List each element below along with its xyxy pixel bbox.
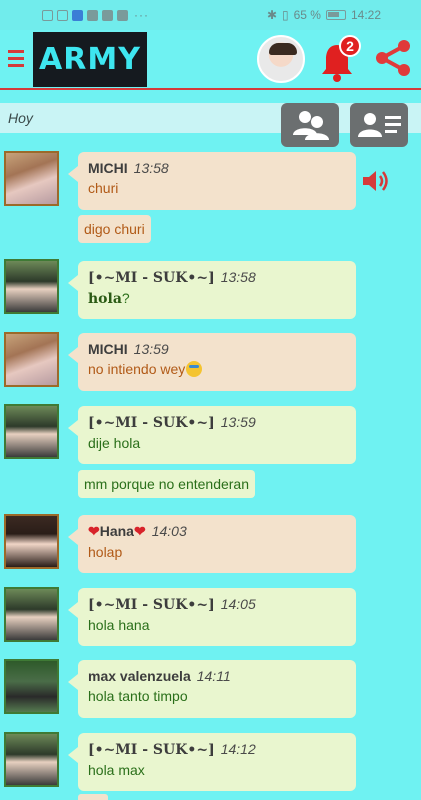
app-notification-icon xyxy=(72,9,83,21)
partial-message[interactable] xyxy=(78,794,108,800)
sim-icon xyxy=(42,9,53,21)
message-user: MICHI xyxy=(88,341,128,357)
message-time: 14:12 xyxy=(220,741,256,757)
app-logo: ARMY xyxy=(33,32,147,87)
message-icon xyxy=(87,9,98,21)
message-text-rest: ? xyxy=(121,290,130,306)
avatar[interactable] xyxy=(4,259,59,314)
message-time: 13:59 xyxy=(133,341,169,357)
status-bar: ··· ✱ ▯ 65 % 14:22 xyxy=(0,0,421,30)
message-time: 14:11 xyxy=(196,668,231,684)
message-time: 13:58 xyxy=(220,269,256,285)
app-header: ARMY 2 xyxy=(0,30,421,90)
clock: 14:22 xyxy=(350,8,381,22)
message-icon xyxy=(117,9,128,21)
menu-icon[interactable] xyxy=(8,50,24,68)
message-user: [•~MI - SUK•~] xyxy=(88,597,215,613)
message-bubble[interactable]: [•~MI - SUK•~] 14:12 hola max xyxy=(68,733,356,791)
message-bubble[interactable]: ❤Hana❤ 14:03 holap xyxy=(68,515,356,573)
bluetooth-icon: ✱ xyxy=(266,8,277,22)
message-time: 13:58 xyxy=(133,160,169,176)
message-user: ❤Hana❤ xyxy=(88,523,146,540)
message-text: churi xyxy=(88,180,119,196)
heart-icon: ❤ xyxy=(88,523,100,539)
followup-message[interactable]: digo churi xyxy=(78,215,151,243)
message-bubble[interactable]: MICHI 13:59 no intiendo wey xyxy=(68,333,356,391)
battery-icon xyxy=(325,10,346,20)
message-bubble[interactable]: MICHI 13:58 churi xyxy=(68,152,356,210)
status-icons-left: ··· xyxy=(42,8,149,22)
day-label: Hoy xyxy=(8,110,33,126)
message-time: 14:03 xyxy=(151,523,187,539)
more-notifications: ··· xyxy=(134,8,149,22)
message-time: 13:59 xyxy=(220,414,256,430)
group-icon xyxy=(293,111,329,140)
followup-message[interactable]: mm porque no entenderan xyxy=(78,470,255,498)
status-icons-right: ✱ ▯ 65 % 14:22 xyxy=(267,8,381,22)
speaker-icon[interactable] xyxy=(361,168,391,194)
message-time: 14:05 xyxy=(220,596,256,612)
avatar[interactable] xyxy=(4,587,59,642)
vibrate-icon: ▯ xyxy=(282,8,289,22)
message-user: [•~MI - SUK•~] xyxy=(88,415,215,431)
user-avatar[interactable] xyxy=(257,35,305,83)
avatar[interactable] xyxy=(4,404,59,459)
avatar[interactable] xyxy=(4,151,59,206)
message-user: MICHI xyxy=(88,160,128,176)
message-text: hola? xyxy=(88,290,346,307)
message-user: [•~MI - SUK•~] xyxy=(88,742,215,758)
message-bubble[interactable]: max valenzuela 14:11 hola tanto timpo xyxy=(68,660,356,718)
notification-badge[interactable]: 2 xyxy=(339,35,361,57)
crying-emoji-icon xyxy=(186,361,203,377)
message-bubble[interactable]: [•~MI - SUK•~] 13:58 hola? xyxy=(68,261,356,319)
battery-percent: 65 % xyxy=(293,8,321,22)
message-text: hola max xyxy=(88,762,145,778)
avatar[interactable] xyxy=(4,659,59,714)
message-text: hola hana xyxy=(88,617,150,633)
profile-list-button[interactable] xyxy=(350,103,408,147)
message-text-bold: hola xyxy=(88,291,122,307)
message-text: hola tanto timpo xyxy=(88,688,188,704)
share-icon[interactable] xyxy=(373,38,413,78)
profile-list-icon xyxy=(358,113,401,137)
wifi-icon xyxy=(57,9,68,21)
avatar[interactable] xyxy=(4,732,59,787)
message-user: [•~MI - SUK•~] xyxy=(88,270,215,286)
heart-icon: ❤ xyxy=(133,523,146,539)
message-user-name: Hana xyxy=(99,523,134,539)
avatar[interactable] xyxy=(4,332,59,387)
message-text: holap xyxy=(88,544,123,560)
group-users-button[interactable] xyxy=(281,103,339,147)
message-text: no intiendo wey xyxy=(88,361,346,377)
message-bubble[interactable]: [•~MI - SUK•~] 14:05 hola hana xyxy=(68,588,356,646)
message-text-content: no intiendo wey xyxy=(88,361,186,377)
message-icon xyxy=(102,9,113,21)
message-user: max valenzuela xyxy=(88,668,191,684)
avatar[interactable] xyxy=(4,514,59,569)
message-text: dije hola xyxy=(88,435,141,451)
message-bubble[interactable]: [•~MI - SUK•~] 13:59 dije hola xyxy=(68,406,356,464)
